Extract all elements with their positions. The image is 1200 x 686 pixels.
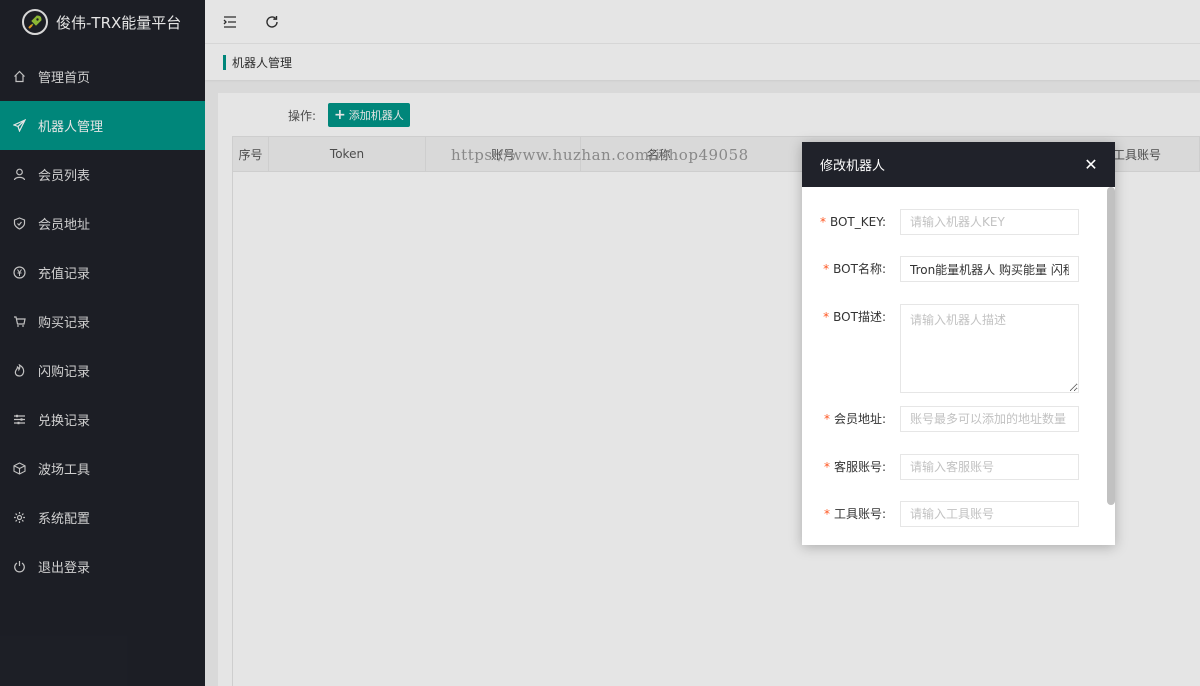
service-account-label-text: 客服账号:: [833, 460, 886, 474]
required-mark: *: [823, 507, 830, 521]
bot-key-input[interactable]: [900, 209, 1079, 235]
member-address-field: * 会员地址:: [802, 406, 1079, 432]
modal-body: *BOT_KEY: *BOT名称: *BOT描述: *会员地址: *客服账号: …: [802, 187, 1115, 545]
bot-key-label-text: BOT_KEY:: [829, 215, 886, 229]
required-mark: *: [823, 310, 830, 324]
tool-account-label: * 工具账号:: [802, 501, 900, 527]
tool-account-field: * 工具账号:: [802, 501, 1079, 527]
required-mark: *: [823, 262, 830, 276]
required-mark: *: [823, 412, 830, 426]
bot-description-field: * BOT描述:: [802, 304, 1079, 393]
bot-description-label: * BOT描述:: [802, 304, 900, 330]
service-account-field: * 客服账号:: [802, 454, 1079, 480]
service-account-input[interactable]: [900, 454, 1079, 480]
bot-name-field: * BOT名称:: [802, 256, 1079, 282]
service-account-label: * 客服账号:: [802, 454, 900, 480]
edit-robot-modal: 修改机器人 ✕ *BOT_KEY: *BOT名称: *BOT描述: *会员地址:…: [802, 142, 1115, 545]
bot-name-label: * BOT名称:: [802, 256, 900, 282]
required-mark: *: [819, 215, 826, 229]
bot-name-input[interactable]: [900, 256, 1079, 282]
modal-header: 修改机器人 ✕: [802, 142, 1115, 187]
member-address-input[interactable]: [900, 406, 1079, 432]
modal-scrollbar[interactable]: [1107, 187, 1115, 505]
member-address-label: * 会员地址:: [802, 406, 900, 432]
required-mark: *: [823, 460, 830, 474]
bot-description-label-text: BOT描述:: [833, 310, 886, 324]
modal-title: 修改机器人: [820, 159, 886, 174]
bot-key-field: * BOT_KEY:: [802, 209, 1079, 235]
member-address-label-text: 会员地址:: [833, 412, 886, 426]
tool-account-input[interactable]: [900, 501, 1079, 527]
close-icon[interactable]: ✕: [1083, 155, 1099, 174]
bot-description-textarea[interactable]: [900, 304, 1079, 393]
tool-account-label-text: 工具账号:: [833, 507, 886, 521]
bot-key-label: * BOT_KEY:: [802, 209, 900, 235]
bot-name-label-text: BOT名称:: [833, 262, 886, 276]
